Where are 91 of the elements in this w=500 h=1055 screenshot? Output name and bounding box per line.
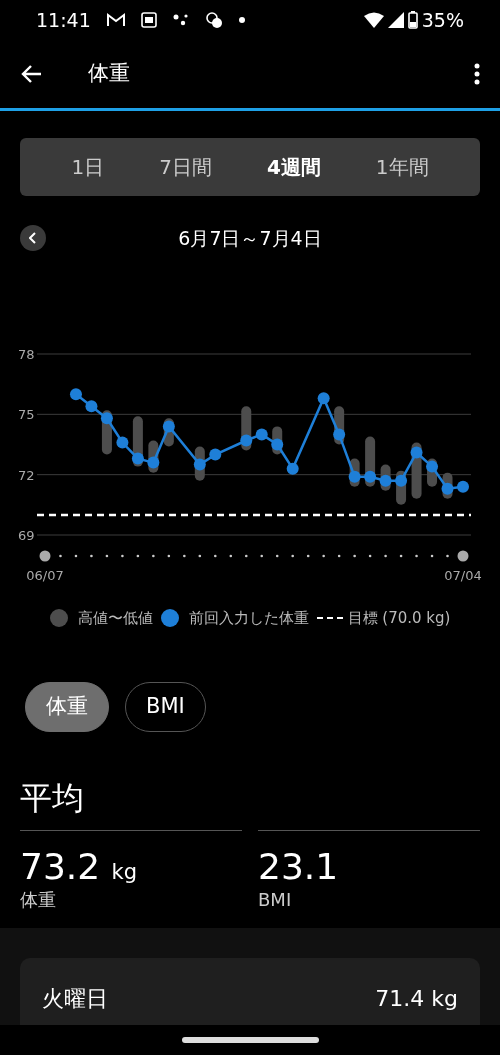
axis-dot bbox=[229, 554, 233, 558]
weight-point bbox=[395, 474, 408, 487]
axis-dot bbox=[275, 554, 279, 558]
x-axis-label: 06/07 bbox=[26, 568, 64, 583]
weight-point bbox=[333, 428, 346, 441]
range-tab[interactable]: 1日 bbox=[57, 148, 119, 186]
weight-point bbox=[69, 388, 82, 401]
weather-icon bbox=[204, 11, 223, 29]
metric-chip[interactable]: BMI bbox=[125, 681, 206, 732]
stat-label: BMI bbox=[258, 888, 293, 913]
weight-point bbox=[348, 470, 361, 483]
axis-dot bbox=[353, 554, 356, 558]
axis-dot bbox=[136, 554, 140, 558]
axis-dot bbox=[368, 554, 372, 558]
entry-weight: 71.4 kg bbox=[375, 985, 458, 1014]
range-tab[interactable]: 1年間 bbox=[361, 148, 443, 186]
axis-dot bbox=[322, 554, 325, 558]
weight-point bbox=[209, 448, 222, 461]
status-time: 11:41 bbox=[36, 7, 91, 33]
weight-point bbox=[116, 436, 129, 449]
page-title: 体重 bbox=[88, 60, 130, 88]
more-options-button[interactable] bbox=[474, 63, 480, 85]
y-axis-label: 75 bbox=[18, 407, 35, 423]
axis-dot bbox=[430, 554, 434, 558]
axis-dot bbox=[399, 554, 403, 558]
y-axis-label: 72 bbox=[18, 467, 35, 483]
wifi-icon bbox=[363, 12, 384, 28]
weight-point bbox=[317, 392, 330, 405]
legend-label: 目標 (70.0 kg) bbox=[347, 608, 451, 629]
dashed-line-icon bbox=[316, 616, 343, 621]
y-axis-label: 69 bbox=[18, 528, 35, 543]
weight-point bbox=[410, 446, 423, 459]
weight-point bbox=[85, 400, 98, 413]
previous-button[interactable] bbox=[20, 225, 46, 251]
weight-point bbox=[240, 434, 253, 447]
axis-end-marker bbox=[457, 550, 469, 562]
stat-value: 23.1 bbox=[258, 845, 339, 887]
weight-point bbox=[364, 470, 377, 483]
axis-dot bbox=[59, 554, 62, 558]
axis-end-marker bbox=[39, 550, 51, 562]
axis-dot bbox=[291, 554, 294, 558]
back-button[interactable] bbox=[20, 64, 42, 84]
weight-point bbox=[147, 456, 160, 469]
axis-dot bbox=[167, 554, 171, 558]
legend-label: 高値〜低値 bbox=[77, 608, 153, 629]
metric-chip[interactable]: 体重 bbox=[25, 681, 109, 732]
legend-label: 前回入力した体重 bbox=[188, 608, 309, 629]
battery-level: 35% bbox=[421, 7, 464, 33]
axis-dot bbox=[183, 554, 186, 558]
weight-point bbox=[286, 462, 299, 475]
battery-icon bbox=[407, 11, 418, 29]
range-tab[interactable]: 4週間 bbox=[252, 148, 335, 186]
weight-point bbox=[426, 460, 439, 473]
axis-dot bbox=[121, 554, 124, 558]
weight-point bbox=[255, 428, 268, 441]
stat-value: 73.2 bbox=[20, 845, 101, 887]
average-heading: 平均 bbox=[19, 777, 85, 819]
weight-point bbox=[441, 482, 454, 495]
weight-point bbox=[131, 452, 144, 465]
stat-unit: kg bbox=[111, 859, 138, 884]
axis-dot bbox=[214, 554, 217, 558]
x-axis-label: 07/04 bbox=[444, 568, 482, 583]
chevron-left-icon bbox=[29, 232, 37, 244]
axis-dot bbox=[415, 554, 418, 558]
axis-dot bbox=[260, 554, 264, 558]
axis-dot bbox=[105, 554, 109, 558]
axis-dot bbox=[244, 554, 248, 558]
mail-icon bbox=[106, 13, 125, 27]
axis-dot bbox=[198, 554, 202, 558]
stat-label: 体重 bbox=[20, 888, 57, 913]
notification-dot-icon bbox=[238, 17, 245, 23]
range-tab[interactable]: 7日間 bbox=[145, 148, 226, 186]
date-range: 6月7日～7月4日 bbox=[177, 225, 323, 251]
axis-dot bbox=[446, 554, 449, 558]
signal-icon bbox=[387, 12, 404, 28]
weight-point bbox=[379, 474, 392, 487]
y-axis-label: 78 bbox=[18, 347, 35, 362]
weight-point bbox=[100, 412, 113, 425]
axis-dot bbox=[74, 554, 78, 558]
dots-icon bbox=[172, 13, 189, 27]
weight-point bbox=[162, 420, 175, 433]
axis-dot bbox=[152, 554, 155, 558]
axis-dot bbox=[306, 554, 310, 558]
entry-day: 火曜日 bbox=[42, 982, 108, 1016]
weight-point bbox=[457, 480, 469, 493]
calendar-icon bbox=[140, 12, 157, 28]
axis-dot bbox=[337, 554, 341, 558]
weight-point bbox=[271, 438, 284, 451]
axis-dot bbox=[384, 554, 387, 558]
axis-dot bbox=[90, 554, 93, 558]
weight-point bbox=[193, 458, 206, 471]
